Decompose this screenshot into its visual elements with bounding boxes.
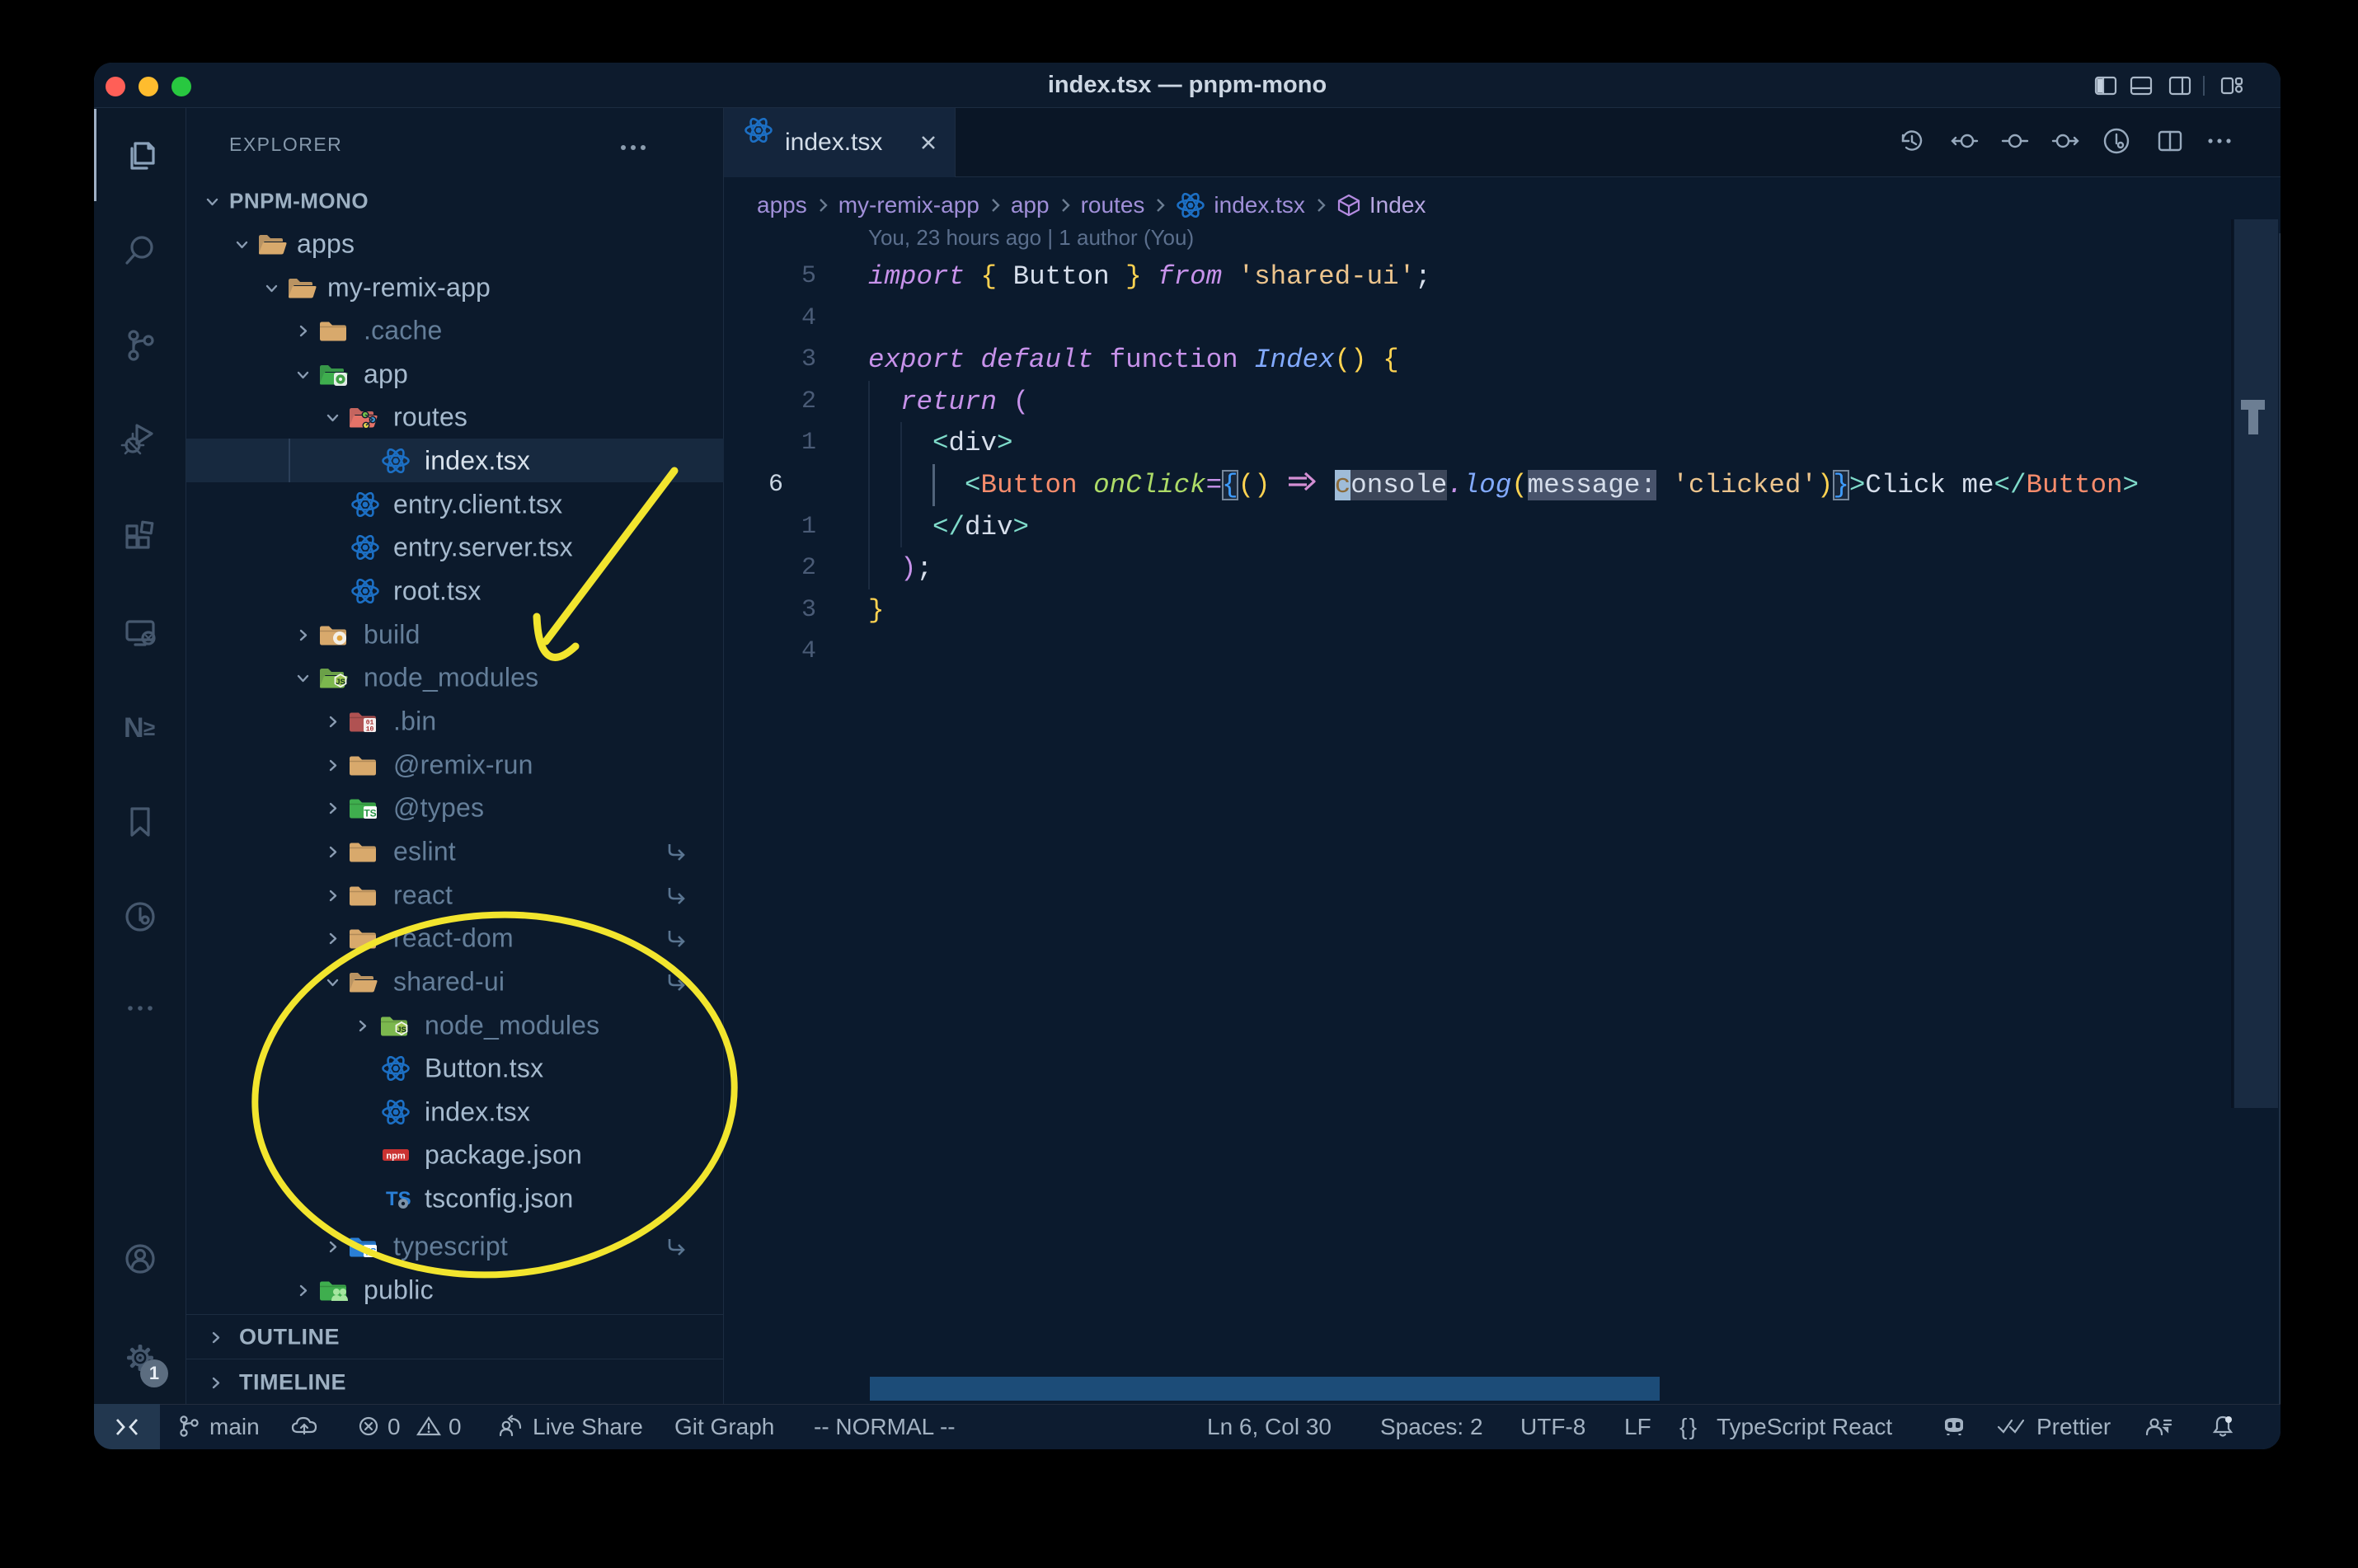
svg-text:JS: JS (336, 678, 345, 687)
svg-text:JS: JS (397, 1026, 406, 1035)
svg-text:10: 10 (366, 725, 374, 733)
svg-text:TS: TS (364, 1246, 376, 1257)
svg-text:npm: npm (386, 1151, 405, 1161)
svg-text:TS: TS (364, 807, 376, 819)
svg-text:N: N (124, 712, 144, 744)
svg-text:≥: ≥ (143, 716, 155, 740)
